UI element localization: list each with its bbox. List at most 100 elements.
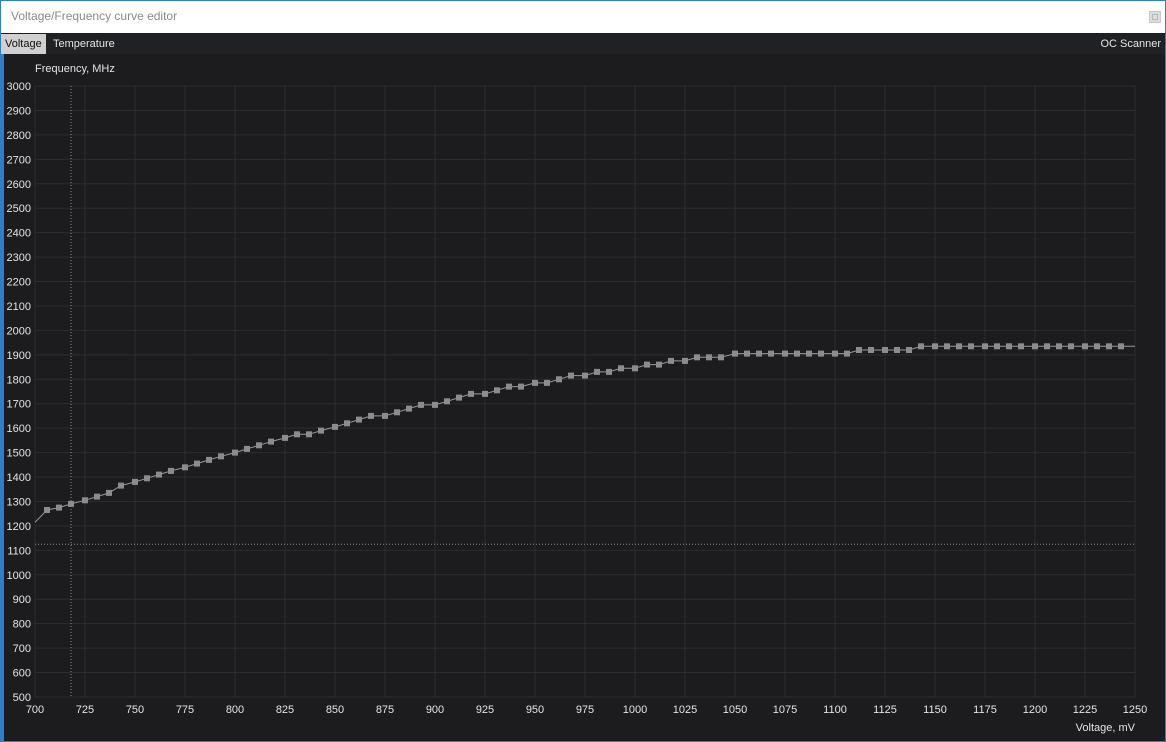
curve-point[interactable] — [268, 438, 274, 445]
curve-point[interactable] — [468, 390, 474, 397]
y-tick-label: 1400 — [7, 472, 31, 484]
curve-point[interactable] — [744, 350, 750, 357]
curve-point[interactable] — [668, 357, 674, 364]
curve-point[interactable] — [306, 431, 312, 438]
curve-point[interactable] — [68, 500, 74, 507]
x-axis-title: Voltage, mV — [1076, 722, 1136, 734]
axis-ticks: 700 725 750 775 800 825 850 875 900 925 950 975 1000… — [7, 81, 1148, 716]
curve-point[interactable] — [832, 350, 838, 357]
x-tick-label: 775 — [176, 704, 194, 716]
curve-point[interactable] — [144, 475, 150, 482]
curve-point[interactable] — [568, 372, 574, 379]
curve-point[interactable] — [606, 368, 612, 375]
y-tick-label: 3000 — [7, 81, 31, 93]
curve-point[interactable] — [368, 412, 374, 419]
curve-point[interactable] — [632, 365, 638, 372]
curve-point[interactable] — [356, 416, 362, 423]
curve-point[interactable] — [456, 394, 462, 401]
curve-point[interactable] — [906, 347, 912, 353]
curve-point[interactable] — [718, 354, 724, 361]
curve-point[interactable] — [94, 493, 100, 500]
curve-point[interactable] — [382, 412, 388, 419]
curve-point[interactable] — [1068, 343, 1074, 350]
curve-point[interactable] — [732, 350, 738, 357]
curve-point[interactable] — [482, 390, 488, 397]
curve-point[interactable] — [656, 361, 662, 368]
curve-point[interactable] — [594, 368, 600, 375]
curve-point[interactable] — [232, 449, 238, 456]
curve-point[interactable] — [644, 361, 650, 368]
curve-point[interactable] — [332, 423, 338, 430]
curve-point[interactable] — [394, 409, 400, 416]
curve-point[interactable] — [556, 376, 562, 383]
curve-point[interactable] — [918, 343, 924, 350]
curve-point[interactable] — [418, 401, 424, 408]
curve-point[interactable] — [244, 445, 250, 452]
curve-point[interactable] — [1082, 343, 1088, 350]
curve-point[interactable] — [1106, 343, 1112, 350]
curve-point[interactable] — [156, 471, 162, 478]
curve-point[interactable] — [1006, 343, 1012, 350]
curve-point[interactable] — [818, 350, 824, 357]
curve-point[interactable] — [168, 467, 174, 474]
vf-curve-chart[interactable]: 700 725 750 775 800 825 850 875 900 925 950 975 1000… — [0, 0, 1166, 742]
curve-point[interactable] — [282, 434, 288, 441]
curve-point[interactable] — [506, 383, 512, 390]
curve-point[interactable] — [982, 343, 988, 350]
curve-point[interactable] — [868, 347, 874, 353]
curve-point[interactable] — [682, 357, 688, 364]
curve-point[interactable] — [256, 442, 262, 449]
curve-point[interactable] — [82, 497, 88, 504]
curve-point[interactable] — [794, 350, 800, 357]
curve-point[interactable] — [956, 343, 962, 350]
curve-point[interactable] — [1044, 343, 1050, 350]
curve-point[interactable] — [44, 507, 50, 513]
curve-point[interactable] — [706, 354, 712, 361]
curve-point[interactable] — [694, 354, 700, 361]
curve-point[interactable] — [182, 464, 188, 471]
x-tick-label: 1175 — [973, 704, 997, 716]
curve-point[interactable] — [532, 379, 538, 386]
curve-point[interactable] — [218, 453, 224, 460]
curve-point[interactable] — [944, 343, 950, 350]
curve-point[interactable] — [1056, 343, 1062, 350]
curve-point[interactable] — [1094, 343, 1100, 350]
curve-point[interactable] — [582, 372, 588, 379]
curve-point[interactable] — [106, 489, 112, 496]
curve-point[interactable] — [206, 456, 212, 463]
curve-point[interactable] — [968, 343, 974, 350]
curve-point[interactable] — [1118, 343, 1124, 350]
curve-point[interactable] — [768, 350, 774, 357]
curve-point[interactable] — [882, 347, 888, 353]
curve-point[interactable] — [344, 420, 350, 427]
curve-point[interactable] — [318, 427, 324, 434]
curve-point[interactable] — [194, 460, 200, 467]
curve-point[interactable] — [132, 478, 138, 485]
curve-point[interactable] — [806, 350, 812, 357]
curve-point[interactable] — [856, 347, 862, 353]
curve-point[interactable] — [444, 398, 450, 405]
curve-point[interactable] — [932, 343, 938, 350]
curve-point[interactable] — [994, 343, 1000, 350]
curve-point[interactable] — [118, 482, 124, 489]
curve-point[interactable] — [844, 350, 850, 357]
y-tick-label: 2100 — [7, 301, 31, 313]
curve-point[interactable] — [782, 350, 788, 357]
curve-point[interactable] — [432, 401, 438, 408]
curve-point[interactable] — [494, 387, 500, 394]
curve-point[interactable] — [544, 379, 550, 386]
curve-point[interactable] — [756, 350, 762, 357]
curve-point[interactable] — [518, 383, 524, 390]
curve-point[interactable] — [406, 405, 412, 412]
curve-point[interactable] — [56, 504, 62, 511]
y-tick-label: 600 — [13, 668, 31, 680]
curve-point[interactable] — [1018, 343, 1024, 350]
curve-point[interactable] — [1032, 343, 1038, 350]
curve-point[interactable] — [618, 365, 624, 372]
curve-point[interactable] — [294, 431, 300, 438]
x-tick-label: 1025 — [673, 704, 697, 716]
x-tick-label: 825 — [276, 704, 294, 716]
x-tick-label: 1250 — [1123, 704, 1147, 716]
curve-point[interactable] — [894, 347, 900, 353]
y-tick-label: 700 — [13, 643, 31, 655]
